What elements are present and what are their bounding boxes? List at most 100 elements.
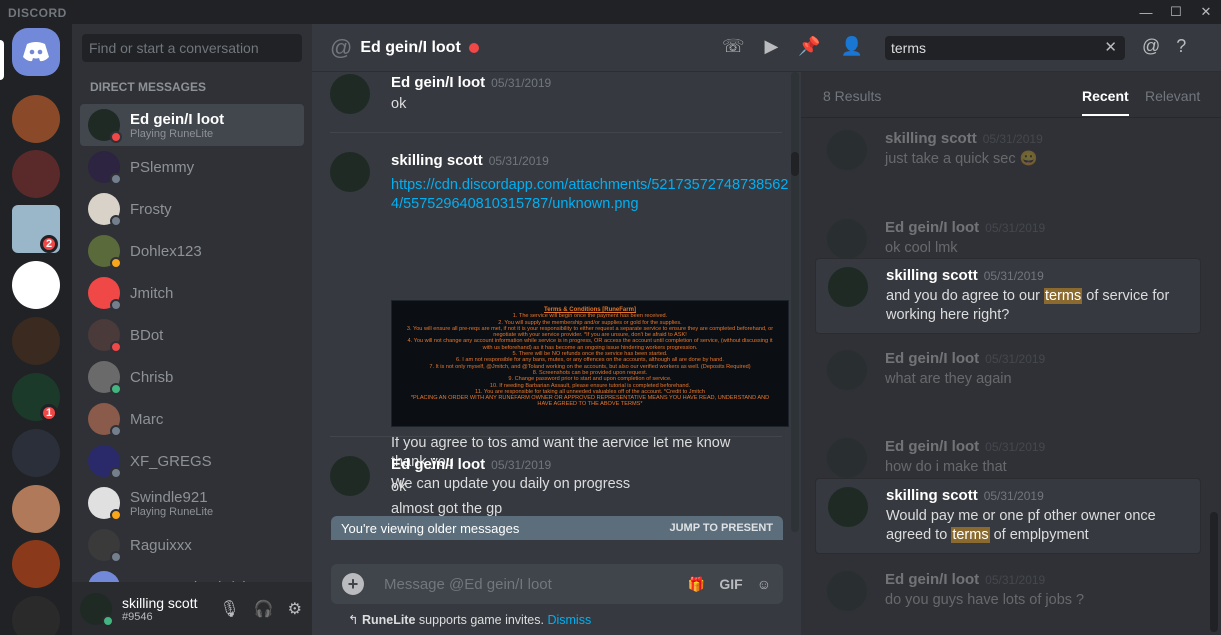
server-icon[interactable] (12, 596, 60, 635)
server-icon[interactable] (12, 261, 60, 309)
gif-button[interactable]: GIF (719, 576, 742, 593)
pin-icon[interactable]: 📌 (798, 36, 820, 57)
message-author[interactable]: skilling scott 05/31/2019 (391, 152, 549, 169)
avatar (88, 277, 122, 311)
search-result[interactable]: skilling scott 05/31/2019 just take a quic… (815, 122, 1201, 177)
avatar (828, 267, 868, 307)
message-list: Ed gein/I loot 05/31/2019 ok skilling sco… (312, 72, 801, 532)
results-header: 8 Results Recent Relevant (801, 72, 1221, 118)
results-count: 8 Results (823, 88, 882, 104)
avatar (827, 438, 867, 478)
tab-relevant[interactable]: Relevant (1145, 88, 1200, 104)
user-tag: #9546 (122, 610, 153, 623)
avatar (827, 350, 867, 390)
result-author: Ed gein/I loot 05/31/2019 (885, 571, 1046, 588)
server-icon[interactable] (12, 485, 60, 533)
tab-recent[interactable]: Recent (1082, 88, 1129, 116)
dm-item[interactable]: Swindle921 Playing RuneLite (80, 482, 304, 524)
result-timestamp: 05/31/2019 (985, 573, 1046, 587)
message-author[interactable]: Ed gein/I loot 05/31/2019 (391, 74, 551, 91)
headphones-icon[interactable]: 🎧 (254, 599, 274, 619)
dm-item[interactable]: Ed gein/I loot Playing RuneLite (80, 104, 304, 146)
microphone-icon[interactable]: 🎙 (219, 599, 239, 619)
result-timestamp: 05/31/2019 (983, 269, 1044, 283)
find-conversation-input[interactable]: Find or start a conversation (82, 34, 302, 62)
search-result[interactable]: Ed gein/I loot 05/31/2019 how do i make th… (815, 430, 1201, 485)
result-text: Would pay me or one pf other owner once … (886, 508, 1156, 543)
attachment-link[interactable]: https://cdn.discordapp.com/attachments/5… (391, 176, 791, 214)
help-icon[interactable]: ? (1176, 36, 1186, 57)
search-input[interactable]: terms ✕ (885, 36, 1125, 60)
search-result[interactable]: skilling scott 05/31/2019 and you do agree… (815, 258, 1201, 334)
dm-item[interactable]: Jmitch (80, 272, 304, 314)
result-author: skilling scott 05/31/2019 (886, 267, 1044, 284)
server-list: 2 1 (0, 24, 72, 635)
dm-item[interactable]: Frosty (80, 188, 304, 230)
older-messages-bar: You're viewing older messages JUMP TO PR… (331, 516, 783, 540)
mentions-icon[interactable]: @ (1142, 36, 1160, 57)
server-icon[interactable] (12, 95, 60, 143)
dm-name: Chrisb (130, 368, 174, 386)
maximize-icon[interactable]: ☐ (1161, 0, 1191, 24)
result-timestamp: 05/31/2019 (983, 489, 1044, 503)
emoji-icon[interactable]: ☺ (757, 576, 771, 593)
message-text: ok (391, 96, 407, 112)
message-author[interactable]: Ed gein/I loot 05/31/2019 (391, 456, 551, 473)
gift-icon[interactable]: 🎁 (688, 576, 705, 593)
status-indicator (110, 551, 122, 563)
result-text: how do i make that (885, 459, 1007, 475)
dm-item[interactable]: PSlemmy (80, 146, 304, 188)
avatar (88, 151, 122, 185)
server-icon[interactable] (12, 150, 60, 198)
search-result[interactable]: Ed gein/I loot 05/31/2019 what are they ag… (815, 342, 1201, 397)
search-result[interactable]: skilling scott 05/31/2019 Would pay me or … (815, 478, 1201, 554)
video-call-icon[interactable]: ▶ (765, 36, 779, 57)
avatar[interactable] (330, 456, 370, 496)
dm-name: Frosty (130, 200, 172, 218)
message-input[interactable]: Message @Ed gein/I loot (384, 576, 688, 593)
avatar (88, 445, 122, 479)
dm-name: Ed gein/I loot (130, 110, 225, 128)
minimize-icon[interactable]: — (1131, 0, 1161, 24)
jump-to-present-button[interactable]: JUMP TO PRESENT (669, 522, 773, 534)
attached-image[interactable]: Terms & Conditions [RuneFarm] 1. The ser… (391, 300, 789, 427)
chat-area: @ Ed gein/I loot ☏ ▶ 📌 👤 terms ✕ @ ? Ed g… (312, 24, 1221, 635)
server-icon[interactable] (12, 317, 60, 365)
close-icon[interactable]: ✕ (1191, 0, 1221, 24)
dm-item[interactable]: Raguixxx (80, 524, 304, 566)
search-results-panel: 8 Results Recent Relevant skilling scott… (801, 72, 1221, 635)
user-avatar[interactable] (80, 592, 114, 627)
result-author: skilling scott 05/31/2019 (885, 130, 1043, 147)
chat-title: Ed gein/I loot (360, 38, 461, 56)
dm-name: XF_GREGS (130, 452, 212, 470)
search-result[interactable]: Ed gein/I loot 05/31/2019 do you guys have… (815, 563, 1201, 618)
scrollbar-thumb[interactable] (791, 152, 799, 176)
result-text: and you do agree to our terms of service… (886, 288, 1170, 323)
message-composer[interactable]: + Message @Ed gein/I loot 🎁 GIF ☺ (331, 564, 783, 604)
scrollbar-thumb[interactable] (1210, 512, 1218, 632)
dm-name: Jmitch (130, 284, 174, 302)
dm-name: PSlemmy (130, 158, 195, 176)
dm-item[interactable]: Dohlex123 (80, 230, 304, 272)
status-indicator (110, 467, 122, 479)
voice-call-icon[interactable]: ☏ (722, 36, 745, 57)
upload-plus-icon[interactable]: + (342, 573, 364, 595)
scrollbar-track[interactable] (791, 72, 799, 532)
home-button[interactable] (12, 28, 60, 76)
dismiss-link[interactable]: Dismiss (547, 613, 591, 627)
avatar (88, 109, 122, 143)
dm-item[interactable]: BDot (80, 314, 304, 356)
divider (330, 436, 782, 437)
add-friend-icon[interactable]: 👤 (841, 36, 863, 57)
result-author: Ed gein/I loot 05/31/2019 (885, 438, 1046, 455)
dm-item[interactable]: Chrisb (80, 356, 304, 398)
settings-gear-icon[interactable]: ⚙ (288, 599, 302, 619)
server-icon[interactable] (12, 540, 60, 588)
avatar[interactable] (330, 152, 370, 192)
clear-search-icon[interactable]: ✕ (1104, 38, 1117, 56)
chat-header: @ Ed gein/I loot ☏ ▶ 📌 👤 terms ✕ @ ? (312, 24, 1221, 72)
dm-item[interactable]: Marc (80, 398, 304, 440)
server-icon[interactable] (12, 429, 60, 477)
dm-item[interactable]: XF_GREGS (80, 440, 304, 482)
avatar[interactable] (330, 74, 370, 114)
